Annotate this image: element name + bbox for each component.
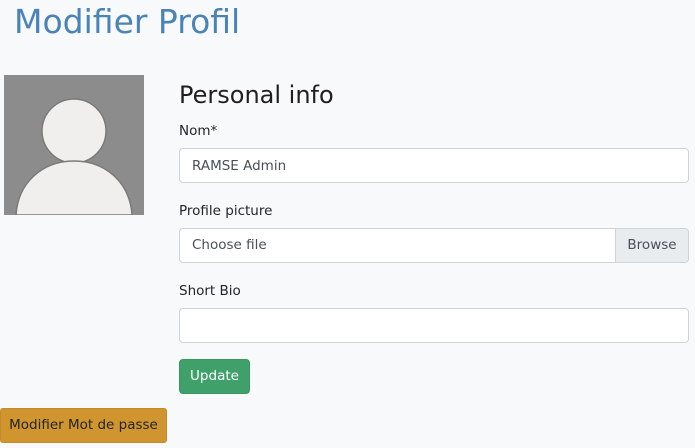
default-user-avatar-icon — [15, 98, 133, 215]
name-input[interactable] — [179, 148, 689, 183]
short-bio-input[interactable] — [179, 308, 689, 343]
page-title: Modifier Profil — [14, 2, 241, 41]
change-password-button[interactable]: Modifier Mot de passe — [0, 408, 167, 443]
section-title: Personal info — [179, 81, 334, 109]
update-button[interactable]: Update — [179, 359, 250, 394]
name-label: Nom* — [179, 123, 218, 139]
browse-button[interactable]: Browse — [615, 229, 688, 262]
profile-picture-file-input[interactable]: Choose file Browse — [179, 228, 689, 263]
file-input-placeholder: Choose file — [192, 237, 267, 253]
short-bio-label: Short Bio — [179, 283, 241, 299]
avatar — [4, 75, 144, 215]
profile-picture-label: Profile picture — [179, 203, 273, 219]
